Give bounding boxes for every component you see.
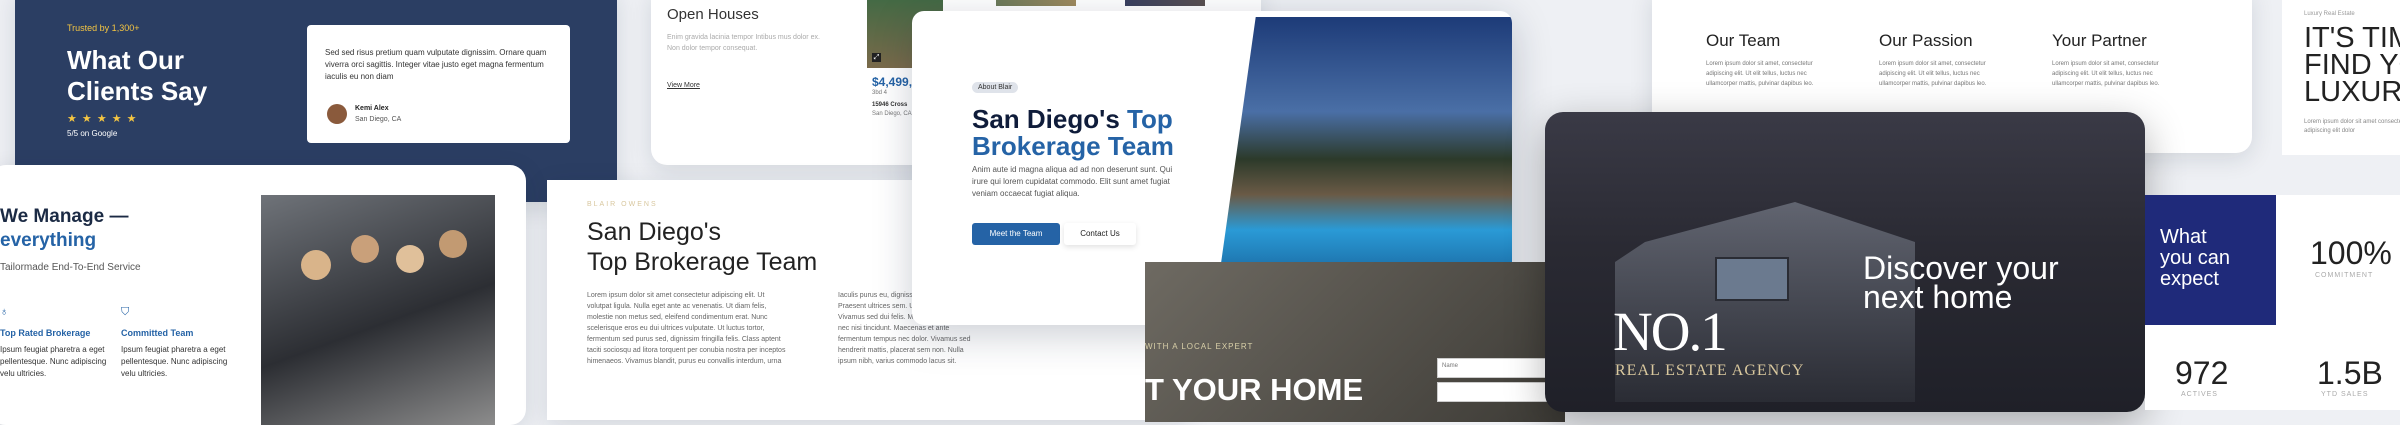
open-houses-body: Enim gravida lacinia tempor Intibus mus … xyxy=(667,34,820,52)
team-text-left: Lorem ipsum dolor sit amet consectetur a… xyxy=(587,292,786,365)
stat-commitment-label: COMMITMENT xyxy=(2315,272,2374,279)
author-location: San Diego, CA xyxy=(355,116,402,123)
open-houses-title: Open Houses xyxy=(667,6,759,23)
team-kicker: BLAIR OWENS xyxy=(587,201,658,208)
stat-sales-label: YTD SALES xyxy=(2321,391,2369,398)
value-partner-body: Lorem ipsum dolor sit amet, consectetur … xyxy=(2052,61,2160,87)
award-icon: ♁ xyxy=(0,306,9,318)
manage-section: We Manage — everything Tailormade End-To… xyxy=(0,165,526,425)
stat-actives-value: 972 xyxy=(2175,355,2229,391)
feature1-body: Ipsum feugiat pharetra a eget pellentesq… xyxy=(0,345,107,378)
testimonial-quote: Sed sed risus pretium quam vulputate dig… xyxy=(325,48,547,81)
rating-text: 5/5 on Google xyxy=(67,129,118,138)
view-more-link[interactable]: View More xyxy=(667,82,700,89)
luxury-section: Luxury Real Estate IT'S TIME FIND YOUR L… xyxy=(2282,0,2400,155)
agency-subtitle: REAL ESTATE AGENCY xyxy=(1615,362,1805,379)
listing-price: $4,499, xyxy=(872,75,913,89)
team-title: San Diego's Top Brokerage Team xyxy=(587,218,818,276)
stat-commitment-value: 100% xyxy=(2310,235,2392,271)
author-name: Kemi Alex xyxy=(355,105,389,112)
name-field-2[interactable] xyxy=(1437,382,1549,402)
luxury-kicker: Luxury Real Estate xyxy=(2304,11,2355,17)
hero-body: Anim aute id magna aliqua ad ad non dese… xyxy=(972,165,1173,198)
expect-title: What you can expect xyxy=(2160,226,2231,290)
manage-subtitle: Tailormade End-To-End Service xyxy=(0,262,141,273)
testimonial-title: What Our Clients Say xyxy=(67,45,208,106)
feature2-body: Ipsum feugiat pharetra a eget pellentesq… xyxy=(121,345,228,378)
agency-tagline: Discover your next home xyxy=(1863,250,2059,315)
testimonial-card: Sed sed risus pretium quam vulputate dig… xyxy=(307,25,570,143)
value-team-title: Our Team xyxy=(1706,31,1781,50)
listing-photo-2[interactable] xyxy=(996,0,1076,6)
expect-panel: What you can expect xyxy=(2145,195,2276,325)
listing-city: San Diego, CA xyxy=(872,111,912,117)
feature1-title: Top Rated Brokerage xyxy=(0,328,91,338)
about-badge: About Blair xyxy=(972,82,1019,93)
agency-number: NO.1 xyxy=(1613,301,1728,362)
agency-section: NO.1 REAL ESTATE AGENCY Discover your ne… xyxy=(1545,112,2145,412)
value-team-body: Lorem ipsum dolor sit amet, consectetur … xyxy=(1706,61,1814,87)
manage-title: We Manage — everything xyxy=(0,206,129,251)
house-window xyxy=(1715,257,1789,301)
stat-sales-value: 1.5B xyxy=(2317,355,2383,391)
listing-address: 15946 Cross xyxy=(872,102,908,108)
avatar xyxy=(327,104,347,124)
trusted-label: Trusted by 1,300+ xyxy=(67,23,140,33)
value-partner-title: Your Partner xyxy=(2052,31,2147,50)
listing-meta: 3bd 4 xyxy=(872,90,888,96)
expert-title: T YOUR HOME xyxy=(1145,372,1364,407)
value-passion-title: Our Passion xyxy=(1879,31,1973,50)
stats-section: What you can expect 100% COMMITMENT 972 … xyxy=(2145,195,2400,410)
stat-actives-label: ACTIVES xyxy=(2181,391,2218,398)
expert-section: WITH A LOCAL EXPERT T YOUR HOME Name xyxy=(1145,262,1565,422)
hero-title: San Diego's Top Brokerage Team xyxy=(972,104,1174,161)
luxury-title: IT'S TIME FIND YOUR LUXURY xyxy=(2304,22,2400,108)
meet-team-button[interactable]: Meet the Team xyxy=(972,223,1060,245)
listing-photo-3[interactable] xyxy=(1125,0,1205,6)
team-photo xyxy=(261,195,495,425)
name-field-label: Name xyxy=(1442,363,1459,369)
name-field[interactable]: Name xyxy=(1437,358,1549,378)
luxury-body: Lorem ipsum dolor sit amet consectetur a… xyxy=(2304,119,2400,134)
rating-stars: ★ ★ ★ ★ ★ xyxy=(67,113,138,125)
handshake-icon: ⛉ xyxy=(121,306,130,318)
expand-icon[interactable]: ⤢ xyxy=(872,53,881,62)
feature2-title: Committed Team xyxy=(121,328,194,338)
expert-kicker: WITH A LOCAL EXPERT xyxy=(1145,342,1254,351)
value-passion-body: Lorem ipsum dolor sit amet, consectetur … xyxy=(1879,61,1987,87)
contact-us-button[interactable]: Contact Us xyxy=(1064,223,1136,245)
